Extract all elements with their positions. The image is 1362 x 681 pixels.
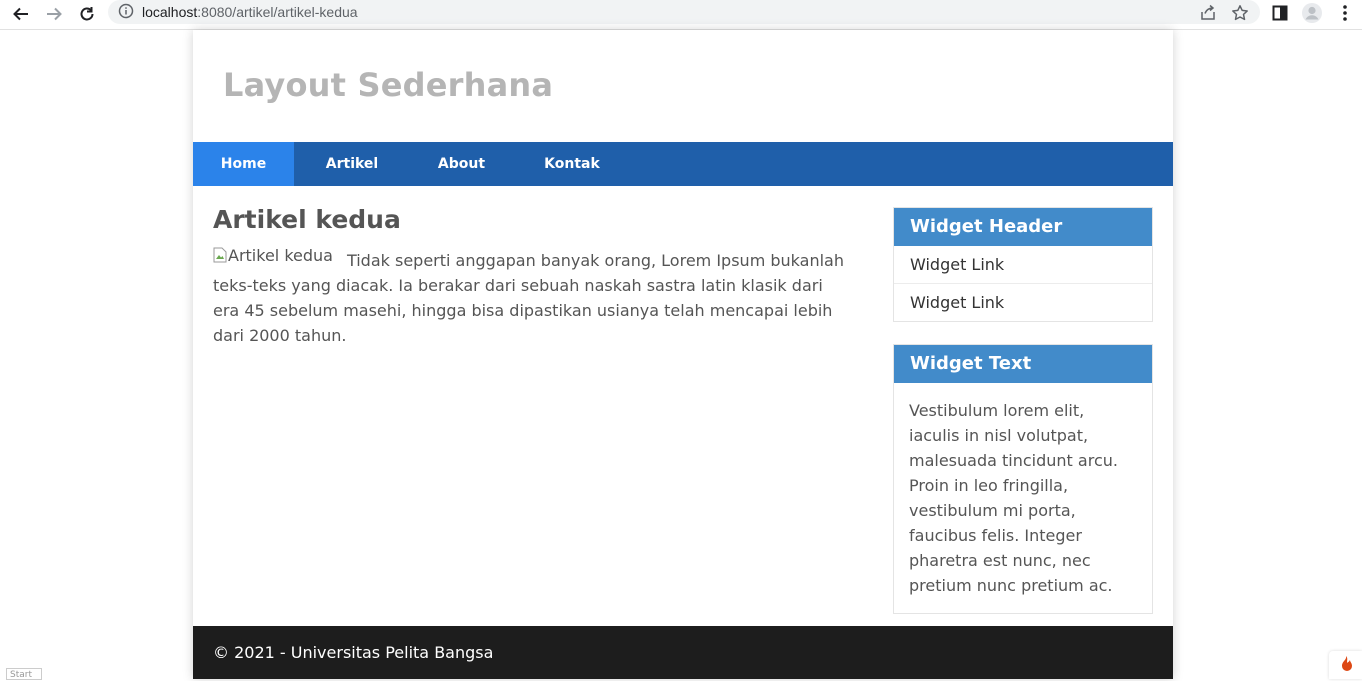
widget-text: Widget Text Vestibulum lorem elit, iacul… [893,344,1153,614]
bookmark-star-icon[interactable] [1230,3,1250,23]
article-content: Artikel kedua Artikel kedua Tidak sepert… [213,206,853,348]
url-path: :8080/artikel/artikel-kedua [197,4,358,20]
site-title: Layout Sederhana [223,66,554,104]
profile-avatar-icon[interactable] [1302,3,1322,23]
site-header: Layout Sederhana [193,30,1173,142]
url-text: localhost:8080/artikel/artikel-kedua [142,4,358,20]
article-title: Artikel kedua [213,205,401,234]
widget-links: Widget Header Widget Link Widget Link [893,207,1153,322]
page-container: Layout Sederhana Home Artikel About Kont… [193,30,1173,679]
sidebar: Widget Header Widget Link Widget Link Wi… [893,207,1153,636]
address-bar[interactable]: localhost:8080/artikel/artikel-kedua [108,0,1260,24]
nav-kontak-link[interactable]: Kontak [529,142,615,186]
article-image-alt-text: Artikel kedua [228,245,333,265]
nav-artikel-link[interactable]: Artikel [309,142,395,186]
widget-header-title: Widget Header [894,208,1152,246]
footer-copyright: © 2021 - Universitas Pelita Bangsa [213,643,494,662]
widget-link[interactable]: Widget Link [894,284,1152,321]
widget-link[interactable]: Widget Link [894,246,1152,284]
menu-kebab-icon[interactable] [1335,3,1355,23]
forward-arrow-icon[interactable] [43,3,65,25]
debug-toolbar-flame-icon[interactable] [1329,651,1362,679]
nav-about-link[interactable]: About [422,142,501,186]
share-icon[interactable] [1198,3,1218,23]
site-info-icon[interactable] [118,3,134,19]
side-panel-icon[interactable] [1270,3,1290,23]
main-nav: Home Artikel About Kontak [193,142,1173,186]
site-footer: © 2021 - Universitas Pelita Bangsa [193,626,1173,679]
start-debug-label[interactable]: Start [6,668,42,680]
article-image: Artikel kedua [213,246,333,266]
article-body: Artikel kedua Tidak seperti anggapan ban… [213,246,853,348]
back-arrow-icon[interactable] [10,3,32,25]
reload-icon[interactable] [76,3,98,25]
widget-text-body: Vestibulum lorem elit, iaculis in nisl v… [909,401,1118,595]
broken-image-icon [213,247,227,263]
nav-home-link[interactable]: Home [193,142,294,186]
url-host: localhost [142,4,198,20]
browser-toolbar: localhost:8080/artikel/artikel-kedua [0,0,1362,30]
widget-text-title: Widget Text [894,345,1152,383]
